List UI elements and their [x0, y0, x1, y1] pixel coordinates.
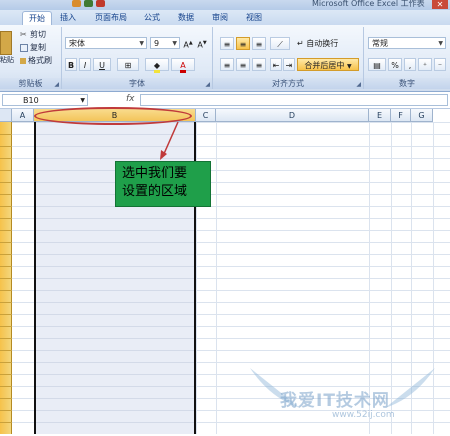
annotation-callout: 选中我们要 设置的区域 [115, 161, 211, 207]
callout-line-1: 选中我们要 [122, 166, 188, 181]
callout-line-2: 设置的区域 [122, 184, 188, 199]
watermark-text: 我爱IT技术网 [280, 391, 390, 411]
watermark: 我爱IT技术网 www.52ij.com [240, 358, 445, 434]
watermark-url: www.52ij.com [332, 410, 395, 420]
